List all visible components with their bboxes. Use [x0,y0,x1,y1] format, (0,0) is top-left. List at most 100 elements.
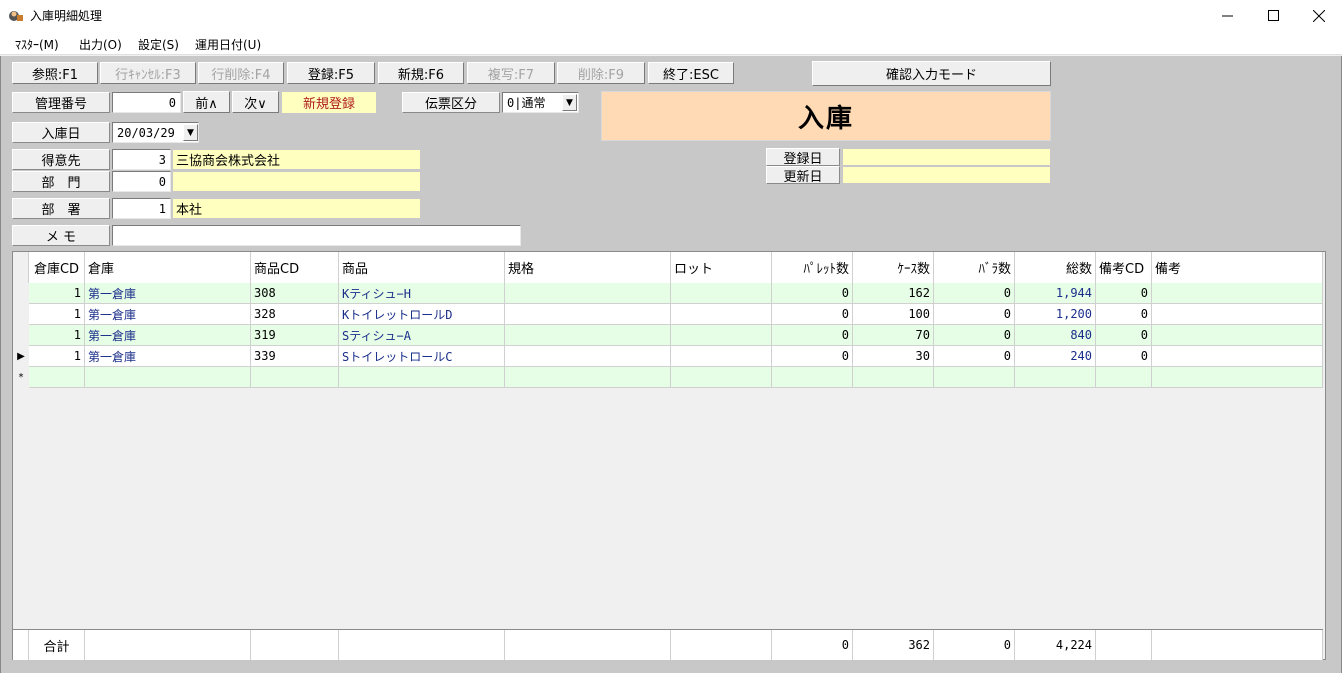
table-row[interactable]: 1 第一倉庫 328 KトイレットロールD 0 100 0 1,200 0 [13,304,1323,325]
cell-note[interactable] [1152,367,1323,388]
cell-note[interactable] [1152,325,1323,346]
col-header-item-cd[interactable]: 商品CD [251,252,339,283]
cell-item[interactable]: Kティシュ−H [339,283,505,304]
cell-spec[interactable] [505,325,671,346]
col-header-note[interactable]: 備考 [1152,252,1323,283]
denpyo-dropdown-button[interactable]: ▼ [562,94,577,111]
new-button[interactable]: 新規:F6 [378,62,464,84]
cell-wh[interactable]: 第一倉庫 [85,304,251,325]
col-header-bara[interactable]: ﾊﾞﾗ数 [934,252,1015,283]
cell-note-cd[interactable]: 0 [1096,283,1152,304]
grid-new-row[interactable]: * [13,367,1323,388]
cell-wh[interactable]: 第一倉庫 [85,346,251,367]
minimize-button[interactable] [1204,0,1250,31]
memo-field[interactable] [112,225,521,246]
cell-case[interactable] [853,367,934,388]
cell-case[interactable]: 100 [853,304,934,325]
cell-wh[interactable] [85,367,251,388]
cell-item[interactable]: KトイレットロールD [339,304,505,325]
menu-operation-date[interactable]: 運用日付(U) [195,36,261,53]
cell-item[interactable] [339,367,505,388]
cell-spec[interactable] [505,346,671,367]
cell-pallet[interactable]: 0 [772,346,853,367]
cell-wh-cd[interactable]: 1 [29,346,85,367]
kanri-number-field[interactable]: 0 [112,92,181,113]
cell-spec[interactable] [505,367,671,388]
cell-item-cd[interactable]: 339 [251,346,339,367]
cell-total[interactable]: 240 [1015,346,1096,367]
col-header-lot[interactable]: ロット [671,252,772,283]
cell-item[interactable]: Sティシュ−A [339,325,505,346]
cell-bara[interactable] [934,367,1015,388]
cell-item[interactable]: SトイレットロールC [339,346,505,367]
col-header-case[interactable]: ｹｰｽ数 [853,252,934,283]
cell-pallet[interactable] [772,367,853,388]
cell-spec[interactable] [505,283,671,304]
cell-lot[interactable] [671,367,772,388]
cell-wh-cd[interactable]: 1 [29,325,85,346]
col-header-spec[interactable]: 規格 [505,252,671,283]
table-row[interactable]: 1 第一倉庫 308 Kティシュ−H 0 162 0 1,944 0 [13,283,1323,304]
close-button[interactable] [1296,0,1342,31]
cell-case[interactable]: 30 [853,346,934,367]
cell-total[interactable] [1015,367,1096,388]
cell-spec[interactable] [505,304,671,325]
cell-total[interactable]: 1,944 [1015,283,1096,304]
col-header-total[interactable]: 総数 [1015,252,1096,283]
copy-button[interactable]: 複写:F7 [467,62,555,84]
table-row[interactable]: ▶ 1 第一倉庫 339 SトイレットロールC 0 30 0 240 0 [13,346,1323,367]
menu-master[interactable]: ﾏｽﾀｰ(M) [15,36,59,53]
cell-case[interactable]: 162 [853,283,934,304]
new-row-marker[interactable]: * [13,367,29,388]
menu-output[interactable]: 出力(O) [79,36,122,53]
delete-button[interactable]: 削除:F9 [557,62,645,84]
cell-lot[interactable] [671,346,772,367]
row-selector[interactable] [13,304,29,325]
cell-wh-cd[interactable]: 1 [29,304,85,325]
dept-code-field[interactable]: 0 [112,171,171,192]
cell-note-cd[interactable]: 0 [1096,346,1152,367]
row-selector[interactable]: ▶ [13,346,29,367]
cell-item-cd[interactable]: 319 [251,325,339,346]
ref-button[interactable]: 参照:F1 [12,62,98,84]
cell-item-cd[interactable] [251,367,339,388]
cell-pallet[interactable]: 0 [772,325,853,346]
next-button[interactable]: 次∨ [232,91,279,113]
cell-bara[interactable]: 0 [934,283,1015,304]
cell-case[interactable]: 70 [853,325,934,346]
date-dropdown-button[interactable]: ▼ [183,124,198,141]
cell-total[interactable]: 840 [1015,325,1096,346]
col-header-item[interactable]: 商品 [339,252,505,283]
table-row[interactable]: 1 第一倉庫 319 Sティシュ−A 0 70 0 840 0 [13,325,1323,346]
row-selector[interactable] [13,283,29,304]
register-button[interactable]: 登録:F5 [287,62,375,84]
cell-bara[interactable]: 0 [934,304,1015,325]
cell-note[interactable] [1152,346,1323,367]
row-delete-button[interactable]: 行削除:F4 [198,62,284,84]
cell-item-cd[interactable]: 308 [251,283,339,304]
section-code-field[interactable]: 1 [112,198,171,219]
cell-lot[interactable] [671,325,772,346]
customer-code-field[interactable]: 3 [112,149,171,170]
cell-note-cd[interactable] [1096,367,1152,388]
exit-button[interactable]: 終了:ESC [648,62,734,84]
cell-lot[interactable] [671,304,772,325]
cell-bara[interactable]: 0 [934,346,1015,367]
cell-wh-cd[interactable]: 1 [29,283,85,304]
cell-item-cd[interactable]: 328 [251,304,339,325]
col-header-pallet[interactable]: ﾊﾟﾚｯﾄ数 [772,252,853,283]
cell-note-cd[interactable]: 0 [1096,304,1152,325]
cell-note[interactable] [1152,304,1323,325]
prev-button[interactable]: 前∧ [183,91,230,113]
menu-settings[interactable]: 設定(S) [138,36,179,53]
cell-pallet[interactable]: 0 [772,283,853,304]
cell-pallet[interactable]: 0 [772,304,853,325]
col-header-wh-cd[interactable]: 倉庫CD [29,252,85,283]
row-selector[interactable] [13,325,29,346]
cell-bara[interactable]: 0 [934,325,1015,346]
cell-wh[interactable]: 第一倉庫 [85,283,251,304]
cell-wh[interactable]: 第一倉庫 [85,325,251,346]
row-cancel-button[interactable]: 行ｷｬﾝｾﾙ:F3 [100,62,196,84]
cell-note[interactable] [1152,283,1323,304]
cell-total[interactable]: 1,200 [1015,304,1096,325]
